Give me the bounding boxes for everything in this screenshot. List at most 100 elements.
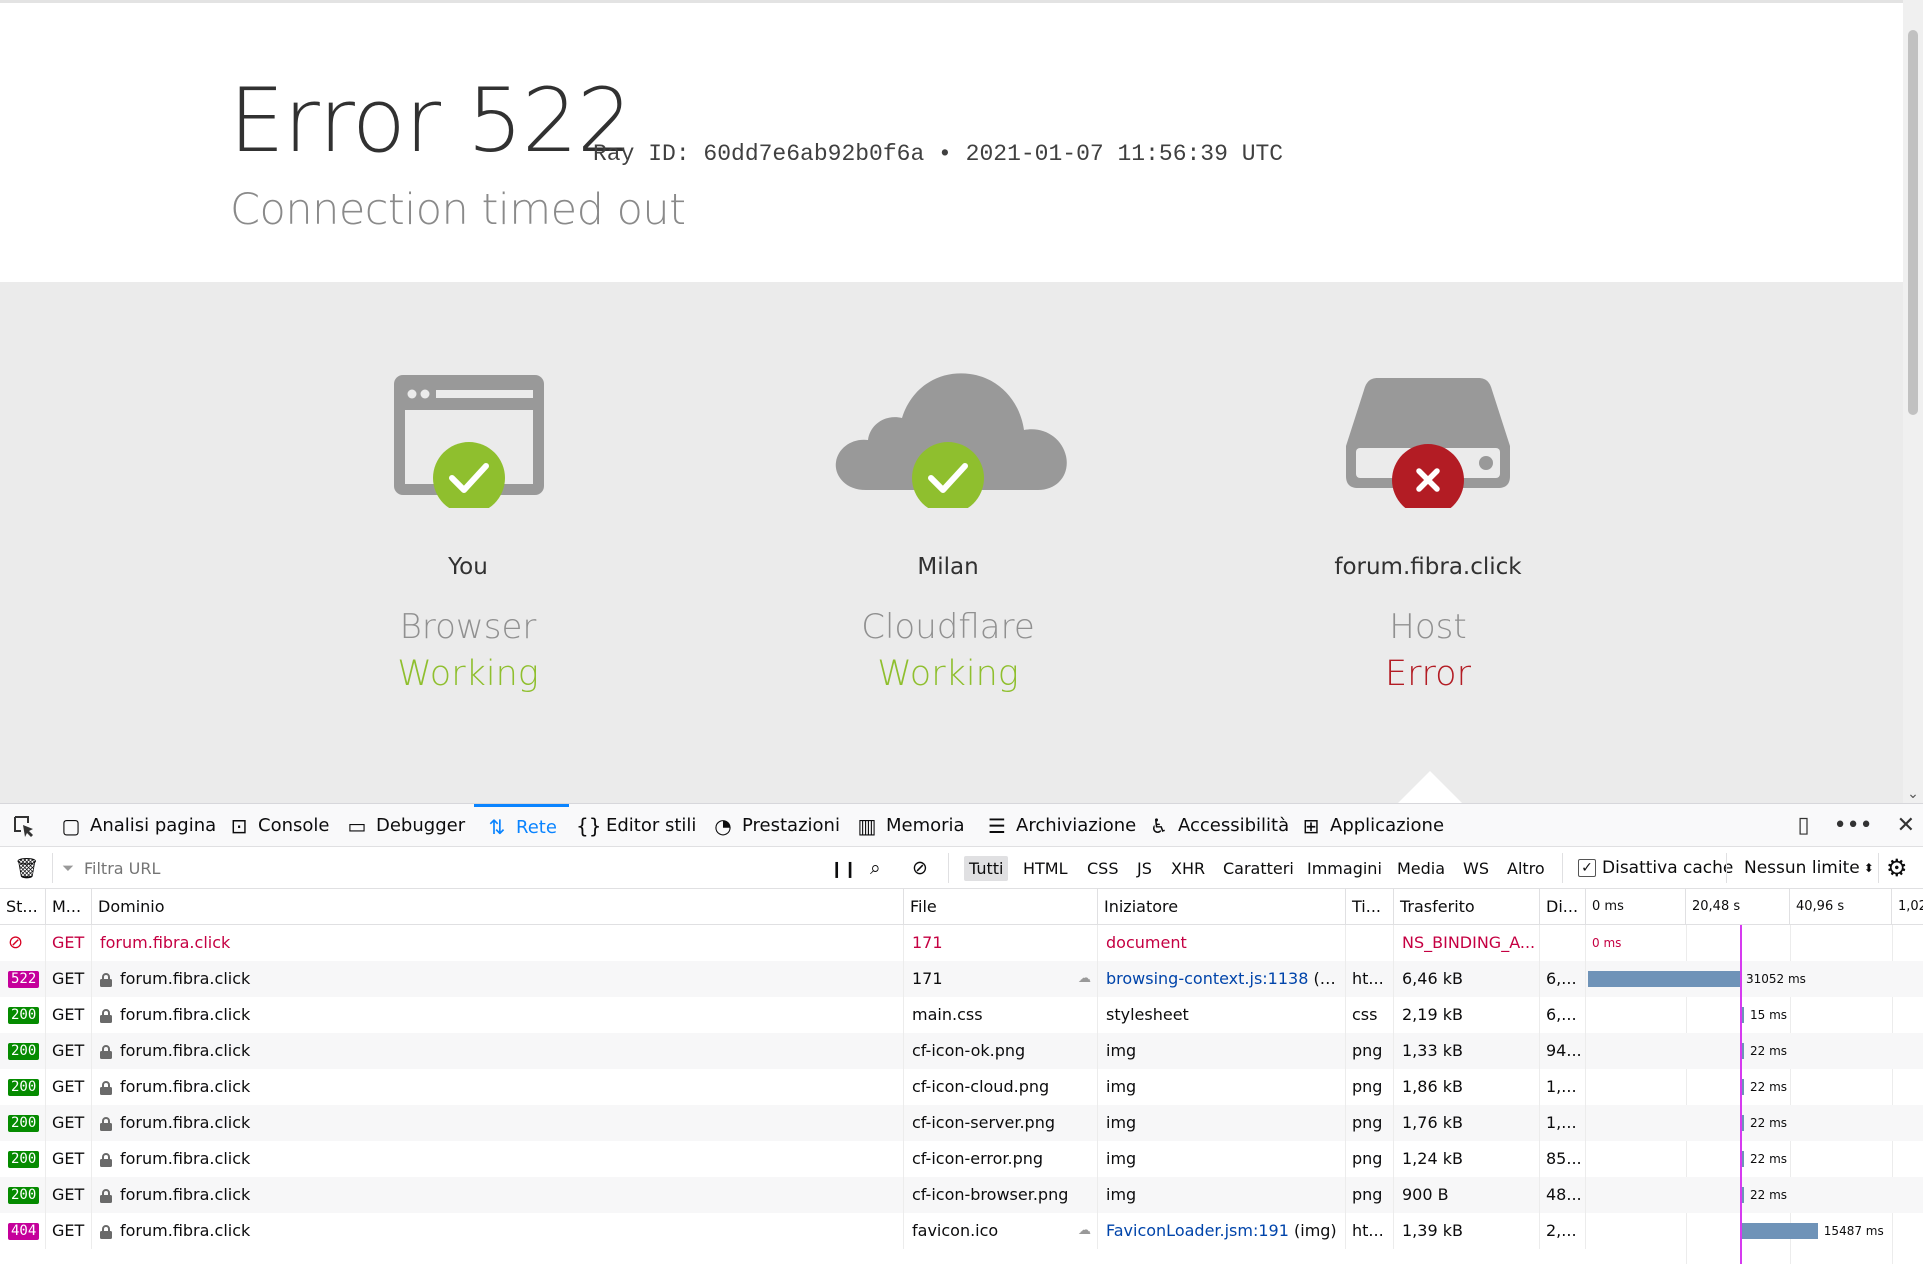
- pointer-arrow: [1398, 771, 1462, 803]
- tab-inspector[interactable]: ▢ Analisi pagina: [60, 804, 217, 847]
- cell-status: 200: [0, 1033, 46, 1069]
- storage-icon: ☰: [988, 813, 1006, 838]
- filter-type-tutti[interactable]: Tutti: [964, 856, 1009, 881]
- column-header-type[interactable]: Ti...: [1346, 889, 1394, 925]
- table-header: St... M... Dominio File Iniziatore Ti...…: [0, 889, 1923, 925]
- network-request-table: St... M... Dominio File Iniziatore Ti...…: [0, 889, 1923, 1264]
- cell-method: GET: [46, 925, 92, 961]
- cell-status: 200: [0, 1177, 46, 1213]
- filter-type-other[interactable]: Altro: [1502, 856, 1550, 881]
- cell-transferred: 6,46 kB: [1394, 961, 1540, 997]
- close-icon[interactable]: ✕: [1897, 813, 1915, 838]
- tab-network[interactable]: ⇅ Rete: [474, 804, 569, 847]
- cell-initiator: img: [1098, 1033, 1346, 1069]
- cell-file: cf-icon-error.png: [904, 1141, 1098, 1177]
- initiator-link[interactable]: FaviconLoader.jsm:191: [1106, 1221, 1289, 1240]
- tab-style-editor[interactable]: {} Editor stili: [576, 804, 696, 847]
- throttle-select[interactable]: Nessun limite ⬍: [1744, 847, 1874, 889]
- filter-type-fonts[interactable]: Caratteri: [1218, 856, 1299, 881]
- filter-type-js[interactable]: JS: [1132, 856, 1157, 881]
- cell-size: [1540, 925, 1586, 961]
- tab-accessibility[interactable]: ♿ Accessibilità: [1148, 804, 1289, 847]
- diagram-browser-location: You: [448, 554, 488, 580]
- cell-status: 522: [0, 961, 46, 997]
- table-row[interactable]: 200 GET forum.fibra.click cf-icon-error.png…: [0, 1141, 1923, 1177]
- cell-status: 200: [0, 1105, 46, 1141]
- element-picker-icon[interactable]: [12, 804, 52, 847]
- block-icon[interactable]: ⊘: [912, 847, 928, 889]
- disable-cache-toggle[interactable]: ✓ Disattiva cache: [1578, 847, 1733, 889]
- filter-type-media[interactable]: Media: [1392, 856, 1450, 881]
- cell-size: 48...: [1540, 1177, 1586, 1213]
- table-row[interactable]: 522 GET forum.fibra.click 171 ☁ browsing-cont…: [0, 961, 1923, 997]
- initiator-text: img: [1106, 1185, 1137, 1204]
- cell-status: ⊘: [0, 925, 46, 961]
- more-options-icon[interactable]: •••: [1834, 813, 1873, 838]
- tab-debugger[interactable]: ▭ Debugger: [346, 804, 466, 847]
- page-scrollbar[interactable]: ⌄: [1903, 0, 1923, 803]
- search-icon[interactable]: ⌕: [870, 847, 881, 889]
- toolbar-divider: [948, 853, 949, 883]
- tab-performance[interactable]: ◔ Prestazioni: [712, 804, 840, 847]
- filter-type-xhr[interactable]: XHR: [1166, 856, 1210, 881]
- filter-type-images[interactable]: Immagini: [1302, 856, 1387, 881]
- cell-initiator: stylesheet: [1098, 997, 1346, 1033]
- status-badge: 200: [8, 1115, 40, 1132]
- table-row[interactable]: 200 GET forum.fibra.click main.css styleshee…: [0, 997, 1923, 1033]
- disable-cache-label: Disattiva cache: [1602, 858, 1734, 878]
- table-row[interactable]: 200 GET forum.fibra.click cf-icon-server.pn…: [0, 1105, 1923, 1141]
- cell-initiator: document: [1098, 925, 1346, 961]
- trash-icon[interactable]: 🗑: [14, 847, 39, 889]
- tab-memory-label: Memoria: [886, 815, 965, 836]
- table-row[interactable]: ⊘ GET forum.fibra.click 171 document NS_BINDI…: [0, 925, 1923, 961]
- cell-domain: forum.fibra.click: [92, 1069, 904, 1105]
- tab-console[interactable]: ⊡ Console: [228, 804, 330, 847]
- file-text: cf-icon-browser.png: [912, 1185, 1069, 1204]
- timing-label: 22 ms: [1750, 1152, 1788, 1166]
- checkbox-checked-icon[interactable]: ✓: [1578, 859, 1596, 877]
- tab-network-label: Rete: [516, 816, 557, 838]
- tab-memory[interactable]: ▥ Memoria: [856, 804, 965, 847]
- toolbar-divider: [1726, 853, 1727, 883]
- table-row[interactable]: 200 GET forum.fibra.click cf-icon-ok.png img…: [0, 1033, 1923, 1069]
- diagram-browser-status: Working: [397, 654, 539, 694]
- pause-icon[interactable]: ❙❙: [830, 847, 857, 889]
- cell-method: GET: [46, 1105, 92, 1141]
- scroll-down-icon[interactable]: ⌄: [1903, 783, 1923, 803]
- dock-icon[interactable]: ▯: [1798, 813, 1810, 838]
- devtools-panel: ▢ Analisi pagina ⊡ Console ▭ Debugger ⇅ Rete…: [0, 803, 1923, 1264]
- status-badge: 200: [8, 1187, 40, 1204]
- tab-storage[interactable]: ☰ Archiviazione: [986, 804, 1136, 847]
- filter-type-ws[interactable]: WS: [1458, 856, 1494, 881]
- cell-initiator: img: [1098, 1069, 1346, 1105]
- filter-type-html[interactable]: HTML: [1018, 856, 1073, 881]
- scrollbar-thumb[interactable]: [1908, 30, 1918, 415]
- column-header-domain[interactable]: Dominio: [92, 889, 904, 925]
- table-row[interactable]: 200 GET forum.fibra.click cf-icon-browser.p…: [0, 1177, 1923, 1213]
- cell-domain: forum.fibra.click: [92, 925, 904, 961]
- table-row[interactable]: 200 GET forum.fibra.click cf-icon-cloud.png…: [0, 1069, 1923, 1105]
- updown-icon: ⬍: [1863, 861, 1874, 875]
- domain-text: forum.fibra.click: [120, 1185, 251, 1204]
- table-row[interactable]: 404 GET forum.fibra.click favicon.ico ☁ Favic…: [0, 1213, 1923, 1249]
- settings-gear-icon[interactable]: ⚙: [1886, 847, 1908, 889]
- cell-domain: forum.fibra.click: [92, 961, 904, 997]
- column-header-method[interactable]: M...: [46, 889, 92, 925]
- cell-initiator: FaviconLoader.jsm:191 (img): [1098, 1213, 1346, 1249]
- column-header-status[interactable]: St...: [0, 889, 46, 925]
- connection-diagram: You Browser Working Milan Cloudflare Wor…: [0, 282, 1903, 803]
- cell-transferred: 900 B: [1394, 1177, 1540, 1213]
- diagram-browser: You Browser Working: [268, 282, 668, 803]
- column-header-transferred[interactable]: Trasferito: [1394, 889, 1540, 925]
- column-header-size[interactable]: Di...: [1540, 889, 1586, 925]
- timing-bar: [1742, 1151, 1744, 1167]
- initiator-link[interactable]: browsing-context.js:1138: [1106, 969, 1308, 988]
- tab-application[interactable]: ⊞ Applicazione: [1300, 804, 1444, 847]
- toolbar-divider: [52, 853, 53, 883]
- column-header-initiator[interactable]: Iniziatore: [1098, 889, 1346, 925]
- column-header-file[interactable]: File: [904, 889, 1098, 925]
- file-text: 171: [912, 969, 943, 988]
- filter-url-input[interactable]: [60, 855, 810, 881]
- lock-icon: [100, 1116, 112, 1131]
- filter-type-css[interactable]: CSS: [1082, 856, 1123, 881]
